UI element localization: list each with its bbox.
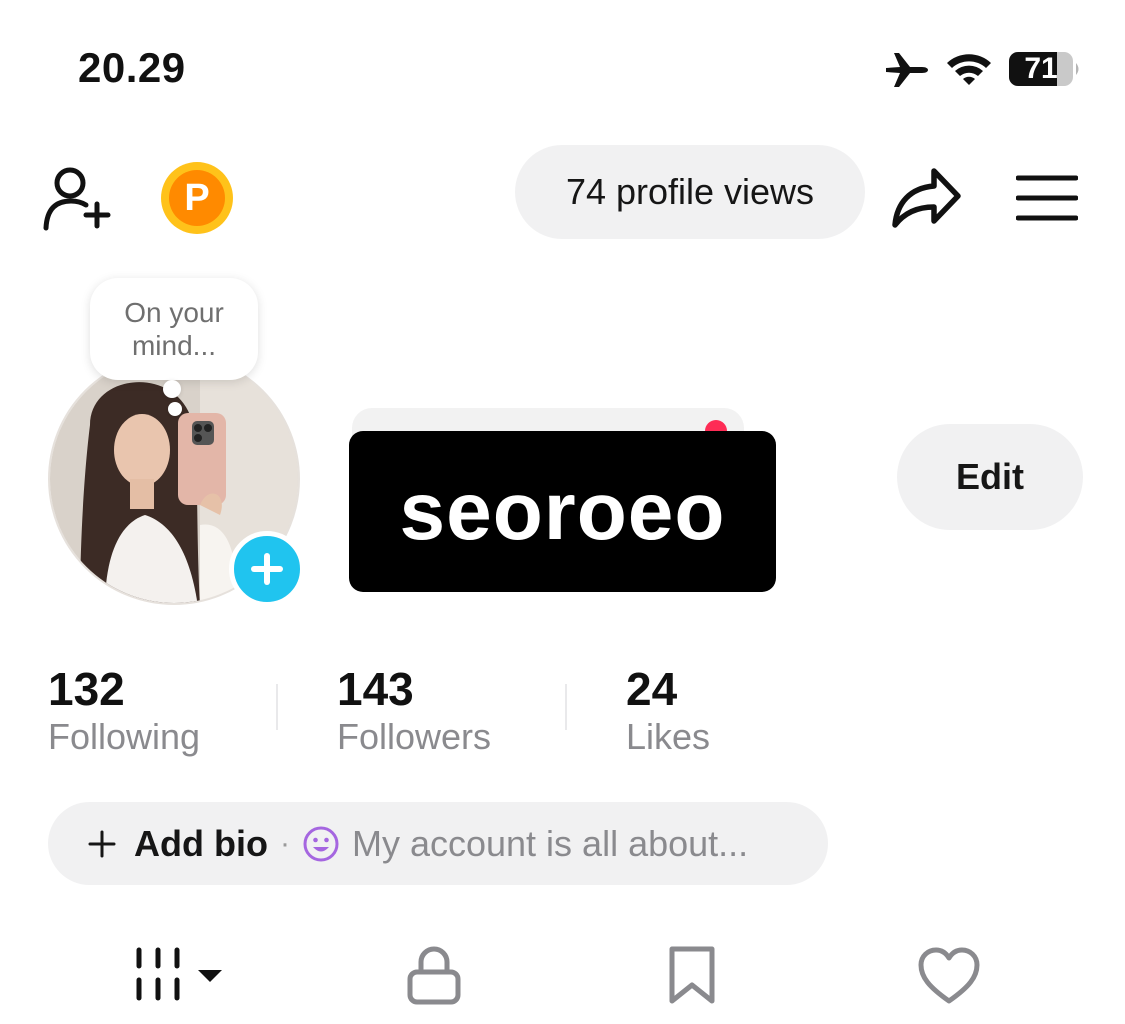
- edit-profile-button[interactable]: Edit: [897, 424, 1083, 530]
- add-story-button[interactable]: [229, 531, 305, 607]
- videos-grid-icon: [136, 947, 222, 1001]
- bubble-tail-dot: [168, 402, 182, 416]
- followers-label: Followers: [337, 716, 492, 757]
- likes-count: 24: [626, 663, 678, 715]
- profile-views-button[interactable]: 74 profile views: [515, 145, 865, 239]
- coin-letter-icon: P: [169, 170, 225, 226]
- bookmark-icon: [669, 946, 715, 1004]
- bubble-tail-dot: [163, 380, 181, 398]
- plus-icon: [88, 830, 116, 857]
- tab-saved[interactable]: [667, 945, 717, 1005]
- menu-icon[interactable]: [1016, 172, 1078, 224]
- stat-followers[interactable]: 143 Followers: [337, 662, 491, 758]
- tab-private[interactable]: [406, 944, 462, 1006]
- following-label: Following: [48, 716, 201, 757]
- following-count: 132: [48, 663, 125, 715]
- status-time: 20.29: [78, 44, 186, 91]
- stat-following[interactable]: 132 Following: [48, 662, 200, 758]
- lock-icon: [407, 946, 461, 1005]
- followers-count: 143: [337, 663, 414, 715]
- battery-level: 71: [1024, 52, 1058, 85]
- tab-videos[interactable]: [134, 946, 230, 1004]
- bio-separator: ·: [279, 826, 290, 860]
- username[interactable]: seoroeo: [349, 431, 776, 592]
- stat-likes[interactable]: 24 Likes: [626, 662, 710, 758]
- bio-placeholder: My account is all about...: [351, 822, 749, 864]
- stat-divider: [276, 684, 278, 730]
- share-icon[interactable]: [888, 165, 964, 231]
- thought-bubble[interactable]: On your mind...: [90, 278, 258, 380]
- stat-divider: [565, 684, 567, 730]
- airplane-mode-icon: [886, 53, 928, 87]
- smile-emoji-icon: [303, 826, 339, 861]
- plus-icon: [251, 553, 283, 585]
- coin-icon[interactable]: P: [161, 162, 233, 234]
- add-friend-icon[interactable]: [40, 162, 116, 232]
- add-bio-label: Add bio: [134, 822, 268, 864]
- wifi-icon: [947, 54, 991, 85]
- battery-icon: 71: [1008, 50, 1082, 88]
- heart-icon: [918, 947, 980, 1004]
- likes-label: Likes: [626, 716, 711, 757]
- add-bio-button[interactable]: Add bio · My account is all about...: [48, 802, 828, 885]
- tab-liked[interactable]: [917, 947, 981, 1005]
